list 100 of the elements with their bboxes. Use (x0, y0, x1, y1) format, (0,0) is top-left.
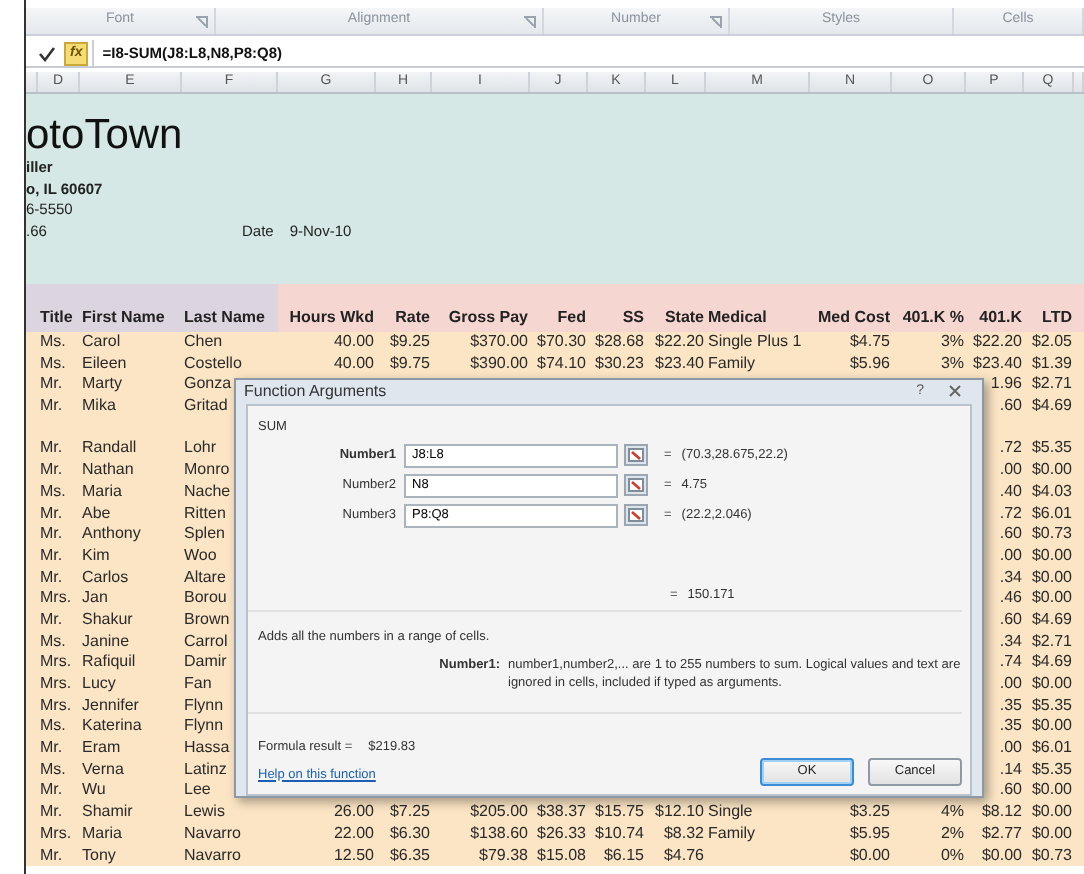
table-cell: $390.00 (470, 353, 528, 372)
table-cell: $4.75 (849, 332, 890, 350)
table-cell: 26.00 (333, 802, 374, 821)
table-cell: Lewis (184, 802, 225, 821)
range-picker-button[interactable] (624, 504, 648, 526)
table-cell: $9.75 (389, 353, 430, 372)
table-cell: Nathan (82, 460, 134, 479)
table-cell: Ms. (40, 631, 66, 650)
table-cell: $138.60 (470, 823, 528, 842)
table-cell: $38.37 (537, 802, 586, 821)
table-cell: Mika (82, 396, 116, 415)
table-cell: $6.30 (389, 823, 430, 842)
table-cell: $3.25 (849, 802, 890, 821)
table-cell: Mr. (40, 567, 63, 586)
table-cell: $2.05 (1031, 332, 1072, 350)
table-cell: $0.00 (1031, 567, 1072, 586)
table-cell: Altare (184, 567, 226, 586)
table-cell: $15.08 (537, 845, 586, 863)
table-cell: Latinz (184, 759, 227, 778)
table-cell: Mr. (40, 845, 63, 863)
table-cell: $7.25 (389, 802, 430, 821)
confirm-icon[interactable] (38, 45, 56, 61)
table-cell: .46 (999, 588, 1022, 607)
table-cell: $9.25 (389, 332, 430, 350)
range-icon (628, 478, 644, 492)
table-cell: .74 (999, 652, 1022, 671)
table-cell: Navarro (184, 845, 241, 863)
table-cell: 1.96 (990, 374, 1022, 393)
table-cell: Mr. (40, 460, 63, 479)
table-cell: Monro (184, 460, 230, 479)
table-cell: Shamir (82, 802, 133, 821)
column-title: Rate (395, 306, 430, 330)
range-icon (628, 448, 644, 462)
table-cell: Abe (82, 503, 111, 521)
table-cell: $0.00 (981, 845, 1022, 863)
table-cell: Ms. (40, 481, 66, 500)
table-cell: .35 (999, 716, 1022, 735)
table-cell: Eileen (82, 353, 127, 372)
table-cell: Gonza (184, 374, 232, 393)
table-cell: Navarro (184, 823, 241, 842)
table-cell: $12.10 (655, 802, 704, 821)
table-cell: $0.00 (1031, 460, 1072, 479)
table-cell: $0.00 (1031, 802, 1072, 821)
table-cell: $10.74 (595, 823, 644, 842)
table-cell: 3% (940, 353, 964, 372)
table-cell: $0.00 (1031, 716, 1072, 735)
column-title: State (664, 306, 704, 330)
range-picker-button[interactable] (624, 444, 648, 466)
table-cell: $205.00 (470, 802, 528, 821)
table-cell: 40.00 (333, 332, 374, 350)
table-cell: Mr. (40, 802, 63, 821)
table-cell: Jan (82, 588, 108, 607)
column-title: 401.K (979, 306, 1022, 330)
table-cell: $4.69 (1031, 609, 1072, 628)
table-cell: $5.96 (849, 353, 890, 372)
column-title: First Name (82, 306, 165, 330)
table-cell: Gritad (184, 396, 228, 415)
table-cell: Eram (82, 738, 121, 757)
table-cell: Ms. (40, 716, 66, 735)
range-picker-button[interactable] (624, 474, 648, 496)
table-cell: Damir (184, 652, 227, 671)
table-cell: $6.01 (1031, 738, 1072, 757)
column-title: Fed (557, 306, 586, 330)
table-cell: $6.01 (1031, 503, 1072, 521)
table-cell: Jennifer (82, 695, 139, 714)
table-cell: Mr. (40, 503, 63, 521)
table-cell: $0.73 (1031, 524, 1072, 543)
table-cell: $23.40 (655, 353, 704, 372)
table-cell: Woo (184, 545, 217, 564)
table-cell: .35 (999, 695, 1022, 714)
table-cell: Katerina (82, 716, 142, 735)
table-cell: Family (708, 353, 756, 372)
table-cell: Mr. (40, 438, 63, 457)
column-title: Medical (708, 306, 767, 330)
table-cell: $23.40 (973, 353, 1022, 372)
table-cell: .14 (999, 759, 1022, 778)
table-cell: .00 (999, 545, 1022, 564)
table-cell: $0.73 (1031, 845, 1072, 863)
table-cell: Mr. (40, 374, 63, 393)
table-cell: $0.00 (1031, 545, 1072, 564)
table-cell: .60 (999, 609, 1022, 628)
table-cell: $4.03 (1031, 481, 1072, 500)
table-cell: .60 (999, 396, 1022, 415)
column-title: Hours Wkd (289, 306, 374, 330)
table-cell: Nache (184, 481, 231, 500)
table-cell: Mr. (40, 609, 63, 628)
table-cell: Costello (184, 353, 242, 372)
column-title: Gross Pay (448, 306, 528, 330)
table-cell: Anthony (82, 524, 141, 543)
table-cell: .00 (999, 674, 1022, 692)
table-cell: 12.50 (333, 845, 374, 863)
table-cell: Flynn (184, 716, 224, 735)
table-cell: Mr. (40, 780, 63, 799)
table-cell: Ritten (184, 503, 226, 521)
table-cell: $26.33 (537, 823, 586, 842)
table-cell: Mr. (40, 524, 63, 543)
table-cell: $0.00 (1031, 780, 1072, 799)
table-cell: Single (708, 802, 753, 821)
table-cell: $4.69 (1031, 396, 1072, 415)
table-cell: .72 (999, 438, 1022, 457)
